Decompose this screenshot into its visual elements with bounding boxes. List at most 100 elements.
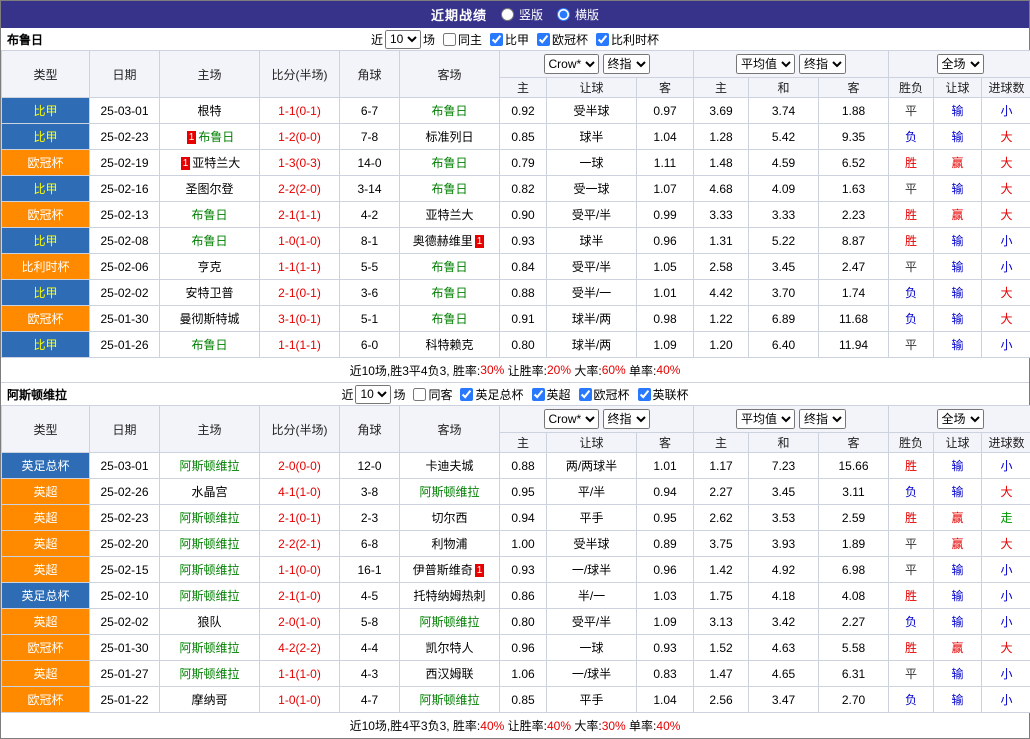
date-cell: 25-02-02 [90,280,160,306]
sections-container: 布鲁日近10场同主比甲欧冠杯比利时杯类型日期主场比分(半场)角球客场Crow*终… [1,28,1029,738]
result-cell: 负 [889,306,934,332]
league-checkbox[interactable] [460,388,473,401]
home-cell: 布鲁日 [160,202,260,228]
handicap-result-cell: 输 [934,609,982,635]
summary-part: 让胜率: [504,717,547,734]
odds-final-select[interactable]: 终指 [603,409,650,429]
away-cell: 阿斯顿维拉 [400,609,500,635]
goals-cell: 小 [982,332,1030,358]
same-side-checkbox[interactable] [443,33,456,46]
league-filter[interactable]: 比甲 [488,31,529,48]
home-team: 亨克 [197,260,221,274]
type-cell: 欧冠杯 [2,306,90,332]
col-header: 日期 [90,51,160,98]
same-side-filter[interactable]: 同主 [441,31,482,48]
odds-source-select[interactable]: Crow* [544,54,599,74]
league-checkbox[interactable] [638,388,651,401]
col-header: 角球 [340,406,400,453]
match-count-select[interactable]: 10 [355,385,391,404]
full-game-select[interactable]: 全场 [937,54,984,74]
odds-home-cell: 0.91 [500,306,547,332]
type-cell: 英超 [2,609,90,635]
avg-draw-cell: 6.40 [749,332,819,358]
team-name: 阿斯顿维拉 [7,386,67,403]
corner-cell: 14-0 [340,150,400,176]
avg-away-cell: 6.31 [819,661,889,687]
avg-draw-cell: 3.93 [749,531,819,557]
result-cell: 胜 [889,228,934,254]
table-row: 英超25-02-23阿斯顿维拉2-1(0-1)2-3切尔西0.94平手0.952… [2,505,1030,531]
league-filter[interactable]: 英超 [530,386,571,403]
away-team: 阿斯顿维拉 [419,615,479,629]
away-team: 凯尔特人 [425,641,473,655]
avg-source-select[interactable]: 平均值 [736,409,795,429]
avg-final-select[interactable]: 终指 [799,409,846,429]
result-cell: 负 [889,479,934,505]
summary-part: 近10场,胜3平4负3, 胜率: [350,362,481,379]
league-filter[interactable]: 欧冠杯 [535,31,588,48]
corner-cell: 2-3 [340,505,400,531]
avg-final-select[interactable]: 终指 [799,54,846,74]
horizontal-radio[interactable] [557,8,570,21]
handicap-result-cell: 输 [934,306,982,332]
red-card-badge: 1 [475,235,485,248]
league-filter[interactable]: 比利时杯 [594,31,659,48]
odds-home-cell: 0.79 [500,150,547,176]
league-filter[interactable]: 英足总杯 [458,386,523,403]
home-team: 阿斯顿维拉 [179,641,239,655]
goals-cell: 小 [982,254,1030,280]
league-checkbox[interactable] [490,33,503,46]
home-team: 布鲁日 [198,130,234,144]
layout-radio-vertical[interactable]: 竖版 [499,6,543,23]
score-cell: 4-2(2-2) [260,635,340,661]
away-team: 伊普斯维奇 [413,563,473,577]
handicap-result-cell: 输 [934,98,982,124]
league-checkbox[interactable] [537,33,550,46]
col-header: 比分(半场) [260,51,340,98]
home-team: 阿斯顿维拉 [179,459,239,473]
away-cell: 阿斯顿维拉 [400,479,500,505]
score-cell: 2-1(1-1) [260,202,340,228]
odds-home-cell: 0.92 [500,98,547,124]
home-team: 水晶宫 [191,485,227,499]
type-cell: 比甲 [2,124,90,150]
odds-away-cell: 1.09 [637,609,694,635]
layout-radio-horizontal[interactable]: 横版 [555,6,599,23]
score-cell: 1-1(1-1) [260,254,340,280]
same-side-checkbox[interactable] [413,388,426,401]
match-count-select[interactable]: 10 [385,30,421,49]
goals-cell: 小 [982,661,1030,687]
table-row: 欧冠杯25-01-30阿斯顿维拉4-2(2-2)4-4凯尔特人0.96一球0.9… [2,635,1030,661]
corner-cell: 4-5 [340,583,400,609]
home-team: 圣图尔登 [185,182,233,196]
away-cell: 阿斯顿维拉 [400,687,500,713]
full-game-select[interactable]: 全场 [937,409,984,429]
league-checkbox[interactable] [579,388,592,401]
avg-source-select[interactable]: 平均值 [736,54,795,74]
handicap-result-cell: 输 [934,687,982,713]
score-cell: 2-2(2-0) [260,176,340,202]
avg-home-cell: 1.48 [694,150,749,176]
away-cell: 托特纳姆热刺 [400,583,500,609]
avg-home-cell: 1.20 [694,332,749,358]
league-filter[interactable]: 英联杯 [636,386,689,403]
league-filter[interactable]: 欧冠杯 [577,386,630,403]
away-cell: 西汉姆联 [400,661,500,687]
league-checkbox[interactable] [532,388,545,401]
league-checkbox[interactable] [596,33,609,46]
avg-select-group: 平均值终指 [694,406,889,433]
odds-away-cell: 1.03 [637,583,694,609]
odds-source-select[interactable]: Crow* [544,409,599,429]
score-cell: 1-1(1-1) [260,332,340,358]
result-cell: 平 [889,661,934,687]
vertical-radio[interactable] [501,8,514,21]
league-label: 英联杯 [653,386,689,403]
avg-away-cell: 2.23 [819,202,889,228]
same-side-filter[interactable]: 同客 [411,386,452,403]
avg-away-cell: 11.68 [819,306,889,332]
result-cell: 胜 [889,150,934,176]
odds-final-select[interactable]: 终指 [603,54,650,74]
score-cell: 2-0(1-0) [260,609,340,635]
result-cell: 胜 [889,453,934,479]
date-cell: 25-02-10 [90,583,160,609]
